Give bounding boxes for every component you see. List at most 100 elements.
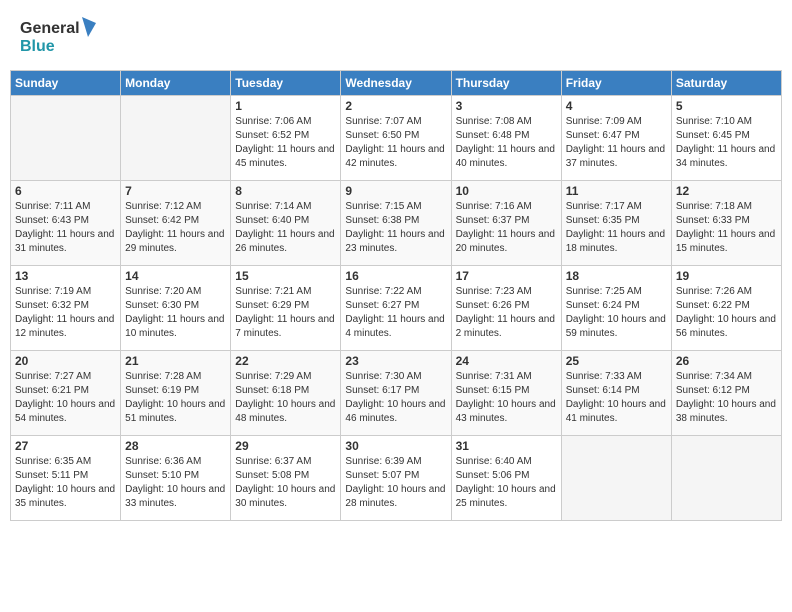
day-number: 11 [566, 184, 667, 198]
logo: GeneralBlue [20, 15, 100, 55]
day-number: 14 [125, 269, 226, 283]
day-info: Sunrise: 7:11 AM Sunset: 6:43 PM Dayligh… [15, 200, 116, 256]
day-cell: 3 Sunrise: 7:08 AM Sunset: 6:48 PM Daylig… [451, 96, 561, 181]
header-row: SundayMondayTuesdayWednesdayThursdayFrid… [11, 71, 782, 96]
day-number: 1 [235, 99, 336, 113]
day-info: Sunrise: 7:26 AM Sunset: 6:22 PM Dayligh… [676, 285, 777, 341]
day-info: Sunrise: 7:06 AM Sunset: 6:52 PM Dayligh… [235, 115, 336, 171]
day-info: Sunrise: 7:30 AM Sunset: 6:17 PM Dayligh… [345, 370, 446, 426]
day-cell: 19 Sunrise: 7:26 AM Sunset: 6:22 PM Dayli… [671, 266, 781, 351]
day-number: 18 [566, 269, 667, 283]
day-info: Sunrise: 7:21 AM Sunset: 6:29 PM Dayligh… [235, 285, 336, 341]
header-monday: Monday [121, 71, 231, 96]
day-info: Sunrise: 7:16 AM Sunset: 6:37 PM Dayligh… [456, 200, 557, 256]
day-info: Sunrise: 7:23 AM Sunset: 6:26 PM Dayligh… [456, 285, 557, 341]
header-sunday: Sunday [11, 71, 121, 96]
day-info: Sunrise: 7:34 AM Sunset: 6:12 PM Dayligh… [676, 370, 777, 426]
day-info: Sunrise: 7:25 AM Sunset: 6:24 PM Dayligh… [566, 285, 667, 341]
day-number: 13 [15, 269, 116, 283]
day-cell: 5 Sunrise: 7:10 AM Sunset: 6:45 PM Daylig… [671, 96, 781, 181]
day-number: 27 [15, 439, 116, 453]
day-number: 25 [566, 354, 667, 368]
day-info: Sunrise: 6:35 AM Sunset: 5:11 PM Dayligh… [15, 455, 116, 511]
day-cell: 31 Sunrise: 6:40 AM Sunset: 5:06 PM Dayli… [451, 436, 561, 521]
day-cell: 13Sunrise: 7:19 AM Sunset: 6:32 PM Dayli… [11, 266, 121, 351]
day-info: Sunrise: 7:31 AM Sunset: 6:15 PM Dayligh… [456, 370, 557, 426]
day-number: 24 [456, 354, 557, 368]
day-cell: 17 Sunrise: 7:23 AM Sunset: 6:26 PM Dayli… [451, 266, 561, 351]
day-cell: 25 Sunrise: 7:33 AM Sunset: 6:14 PM Dayli… [561, 351, 671, 436]
day-info: Sunrise: 7:29 AM Sunset: 6:18 PM Dayligh… [235, 370, 336, 426]
day-number: 26 [676, 354, 777, 368]
day-cell: 11Sunrise: 7:17 AM Sunset: 6:35 PM Dayli… [561, 181, 671, 266]
week-row-2: 6Sunrise: 7:11 AM Sunset: 6:43 PM Daylig… [11, 181, 782, 266]
day-info: Sunrise: 7:08 AM Sunset: 6:48 PM Dayligh… [456, 115, 557, 171]
day-cell [671, 436, 781, 521]
day-number: 30 [345, 439, 446, 453]
day-number: 31 [456, 439, 557, 453]
day-cell: 2 Sunrise: 7:07 AM Sunset: 6:50 PM Daylig… [341, 96, 451, 181]
header-thursday: Thursday [451, 71, 561, 96]
day-number: 22 [235, 354, 336, 368]
day-number: 17 [456, 269, 557, 283]
day-info: Sunrise: 7:22 AM Sunset: 6:27 PM Dayligh… [345, 285, 446, 341]
day-info: Sunrise: 7:10 AM Sunset: 6:45 PM Dayligh… [676, 115, 777, 171]
day-number: 7 [125, 184, 226, 198]
day-number: 19 [676, 269, 777, 283]
day-cell: 21 Sunrise: 7:28 AM Sunset: 6:19 PM Dayli… [121, 351, 231, 436]
day-info: Sunrise: 7:28 AM Sunset: 6:19 PM Dayligh… [125, 370, 226, 426]
day-number: 29 [235, 439, 336, 453]
day-info: Sunrise: 7:20 AM Sunset: 6:30 PM Dayligh… [125, 285, 226, 341]
day-number: 21 [125, 354, 226, 368]
day-cell: 8Sunrise: 7:14 AM Sunset: 6:40 PM Daylig… [231, 181, 341, 266]
day-cell: 27 Sunrise: 6:35 AM Sunset: 5:11 PM Dayli… [11, 436, 121, 521]
day-cell: 16 Sunrise: 7:22 AM Sunset: 6:27 PM Dayli… [341, 266, 451, 351]
week-row-3: 13Sunrise: 7:19 AM Sunset: 6:32 PM Dayli… [11, 266, 782, 351]
day-cell: 15 Sunrise: 7:21 AM Sunset: 6:29 PM Dayli… [231, 266, 341, 351]
day-number: 23 [345, 354, 446, 368]
header-tuesday: Tuesday [231, 71, 341, 96]
day-cell: 29 Sunrise: 6:37 AM Sunset: 5:08 PM Dayli… [231, 436, 341, 521]
header-wednesday: Wednesday [341, 71, 451, 96]
day-number: 16 [345, 269, 446, 283]
day-info: Sunrise: 7:07 AM Sunset: 6:50 PM Dayligh… [345, 115, 446, 171]
day-cell: 24 Sunrise: 7:31 AM Sunset: 6:15 PM Dayli… [451, 351, 561, 436]
day-number: 15 [235, 269, 336, 283]
page-header: GeneralBlue [10, 10, 782, 60]
day-cell: 4 Sunrise: 7:09 AM Sunset: 6:47 PM Daylig… [561, 96, 671, 181]
week-row-5: 27 Sunrise: 6:35 AM Sunset: 5:11 PM Dayli… [11, 436, 782, 521]
day-info: Sunrise: 7:15 AM Sunset: 6:38 PM Dayligh… [345, 200, 446, 256]
day-info: Sunrise: 6:39 AM Sunset: 5:07 PM Dayligh… [345, 455, 446, 511]
day-cell: 6Sunrise: 7:11 AM Sunset: 6:43 PM Daylig… [11, 181, 121, 266]
logo-svg: GeneralBlue [20, 15, 100, 55]
day-cell [561, 436, 671, 521]
day-cell: 1 Sunrise: 7:06 AM Sunset: 6:52 PM Daylig… [231, 96, 341, 181]
day-cell: 14 Sunrise: 7:20 AM Sunset: 6:30 PM Dayli… [121, 266, 231, 351]
day-info: Sunrise: 7:18 AM Sunset: 6:33 PM Dayligh… [676, 200, 777, 256]
day-cell: 22 Sunrise: 7:29 AM Sunset: 6:18 PM Dayli… [231, 351, 341, 436]
day-info: Sunrise: 6:40 AM Sunset: 5:06 PM Dayligh… [456, 455, 557, 511]
day-number: 3 [456, 99, 557, 113]
day-cell: 23 Sunrise: 7:30 AM Sunset: 6:17 PM Dayli… [341, 351, 451, 436]
day-number: 12 [676, 184, 777, 198]
day-number: 28 [125, 439, 226, 453]
svg-text:Blue: Blue [20, 38, 55, 55]
day-cell: 7 Sunrise: 7:12 AM Sunset: 6:42 PM Daylig… [121, 181, 231, 266]
day-info: Sunrise: 7:09 AM Sunset: 6:47 PM Dayligh… [566, 115, 667, 171]
day-number: 2 [345, 99, 446, 113]
header-saturday: Saturday [671, 71, 781, 96]
day-info: Sunrise: 7:12 AM Sunset: 6:42 PM Dayligh… [125, 200, 226, 256]
day-number: 8 [235, 184, 336, 198]
day-cell [11, 96, 121, 181]
day-info: Sunrise: 7:33 AM Sunset: 6:14 PM Dayligh… [566, 370, 667, 426]
day-cell: 18 Sunrise: 7:25 AM Sunset: 6:24 PM Dayli… [561, 266, 671, 351]
day-number: 5 [676, 99, 777, 113]
day-number: 4 [566, 99, 667, 113]
day-cell: 30 Sunrise: 6:39 AM Sunset: 5:07 PM Dayli… [341, 436, 451, 521]
svg-text:General: General [20, 20, 80, 37]
day-info: Sunrise: 6:37 AM Sunset: 5:08 PM Dayligh… [235, 455, 336, 511]
day-number: 20 [15, 354, 116, 368]
day-info: Sunrise: 7:27 AM Sunset: 6:21 PM Dayligh… [15, 370, 116, 426]
week-row-1: 1 Sunrise: 7:06 AM Sunset: 6:52 PM Daylig… [11, 96, 782, 181]
calendar-table: SundayMondayTuesdayWednesdayThursdayFrid… [10, 70, 782, 521]
